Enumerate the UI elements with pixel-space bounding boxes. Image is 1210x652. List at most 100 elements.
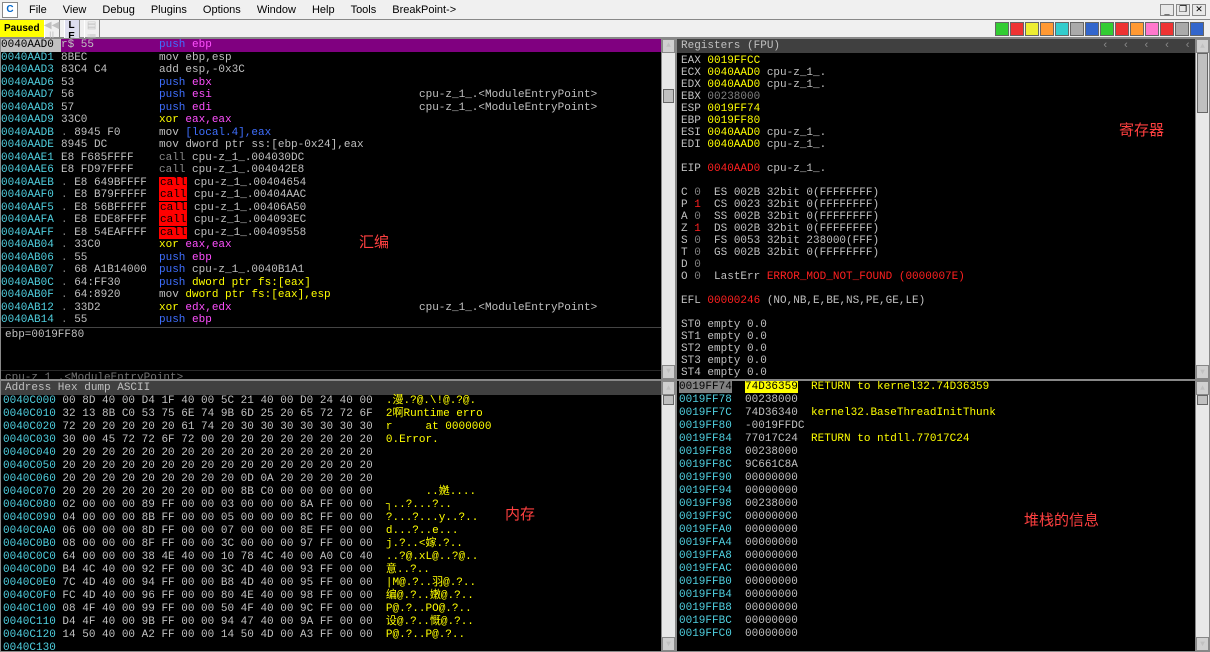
color-square-13[interactable] bbox=[1190, 22, 1204, 36]
dump-row[interactable]: 0040C070 20 20 20 20 20 20 20 0D 00 8B C… bbox=[1, 486, 675, 499]
color-square-0[interactable] bbox=[995, 22, 1009, 36]
menu-breakpoint->[interactable]: BreakPoint-> bbox=[384, 4, 464, 16]
color-square-3[interactable] bbox=[1040, 22, 1054, 36]
stack-row[interactable]: 0019FF7C 74D36340 kernel32.BaseThreadIni… bbox=[677, 407, 1209, 420]
toolbar-icon-0[interactable]: ▤ bbox=[84, 20, 100, 31]
dump-row[interactable]: 0040C0A0 06 00 00 00 8D FF 00 00 07 00 0… bbox=[1, 525, 675, 538]
disasm-row[interactable]: 0040AB14. 55push ebp bbox=[1, 314, 675, 327]
disasm-row[interactable]: 0040AAE6 E8 FD97FFFFcall cpu-z_1_.004042… bbox=[1, 164, 675, 177]
dump-row[interactable]: 0040C0B0 08 00 00 00 8F FF 00 00 3C 00 0… bbox=[1, 538, 675, 551]
stack-scrollbar[interactable]: ▲▼ bbox=[1195, 381, 1209, 651]
dump-row[interactable]: 0040C0E0 7C 4D 40 00 94 FF 00 00 B8 4D 4… bbox=[1, 577, 675, 590]
color-square-8[interactable] bbox=[1115, 22, 1129, 36]
registers-panel[interactable]: Registers (FPU) ‹‹‹‹‹ EAX 0019FFCC ECX 0… bbox=[676, 38, 1210, 380]
stack-row[interactable]: 0019FFBC 00000000 bbox=[677, 615, 1209, 628]
stack-row[interactable]: 0019FFB8 00000000 bbox=[677, 602, 1209, 615]
color-square-9[interactable] bbox=[1130, 22, 1144, 36]
memory-dump-panel[interactable]: Address Hex dump ASCII 0040C000 00 8D 40… bbox=[0, 380, 676, 652]
disasm-row[interactable]: 0040AAF0. E8 B79FFFFFcall cpu-z_1_.00404… bbox=[1, 189, 675, 202]
stack-row[interactable]: 0019FF9C 00000000 bbox=[677, 511, 1209, 524]
stack-row[interactable]: 0019FFC0 00000000 bbox=[677, 628, 1209, 641]
dump-row[interactable]: 0040C090 04 00 00 00 8B FF 00 00 05 00 0… bbox=[1, 512, 675, 525]
register-EIP[interactable]: EIP 0040AAD0 cpu-z_1_. bbox=[679, 163, 1207, 175]
menu-help[interactable]: Help bbox=[304, 4, 343, 16]
menu-options[interactable]: Options bbox=[195, 4, 249, 16]
stack-row[interactable]: 0019FF8C 9C661C8A bbox=[677, 459, 1209, 472]
dump-row[interactable]: 0040C040 20 20 20 20 20 20 20 20 20 20 2… bbox=[1, 447, 675, 460]
disasm-row[interactable]: 0040AAE1 E8 F685FFFFcall cpu-z_1_.004030… bbox=[1, 152, 675, 165]
stack-row[interactable]: 0019FFB0 00000000 bbox=[677, 576, 1209, 589]
register-EBX[interactable]: EBX 00238000 bbox=[679, 91, 1207, 103]
stack-row[interactable]: 0019FF88 00238000 bbox=[677, 446, 1209, 459]
dump-row[interactable]: 0040C060 20 20 20 20 20 20 20 20 20 0D 0… bbox=[1, 473, 675, 486]
disasm-row[interactable]: 0040AB07. 68 A1B14000push cpu-z_1_.0040B… bbox=[1, 264, 675, 277]
color-square-4[interactable] bbox=[1055, 22, 1069, 36]
stack-row[interactable]: 0019FFAC 00000000 bbox=[677, 563, 1209, 576]
disasm-row[interactable]: 0040AB0F. 64:8920mov dword ptr fs:[eax],… bbox=[1, 289, 675, 302]
dump-row[interactable]: 0040C080 02 00 00 00 89 FF 00 00 03 00 0… bbox=[1, 499, 675, 512]
stack-row[interactable]: 0019FF78 00238000 bbox=[677, 394, 1209, 407]
minimize-button[interactable]: _ bbox=[1160, 4, 1174, 16]
stack-panel[interactable]: 0019FF74 74D36359 RETURN to kernel32.74D… bbox=[676, 380, 1210, 652]
toolbar-letter-L[interactable]: L bbox=[64, 20, 80, 31]
disasm-row[interactable]: 0040AB06. 55push ebp bbox=[1, 252, 675, 265]
color-square-6[interactable] bbox=[1085, 22, 1099, 36]
color-square-10[interactable] bbox=[1145, 22, 1159, 36]
stack-row[interactable]: 0019FF74 74D36359 RETURN to kernel32.74D… bbox=[677, 381, 1209, 394]
register-ECX[interactable]: ECX 0040AAD0 cpu-z_1_. bbox=[679, 67, 1207, 79]
disasm-row[interactable]: 0040AAD1 8BECmov ebp,esp bbox=[1, 52, 675, 65]
stack-row[interactable]: 0019FF98 00238000 bbox=[677, 498, 1209, 511]
disasm-scrollbar[interactable]: ▲▼ bbox=[661, 39, 675, 379]
register-EAX[interactable]: EAX 0019FFCC bbox=[679, 55, 1207, 67]
disasm-row[interactable]: 0040AB0C. 64:FF30push dword ptr fs:[eax] bbox=[1, 277, 675, 290]
disasm-row[interactable]: 0040AAD3 83C4 C4add esp,-0x3C bbox=[1, 64, 675, 77]
disasm-row[interactable]: 0040AAF5. E8 56BFFFFFcall cpu-z_1_.00406… bbox=[1, 202, 675, 215]
stack-row[interactable]: 0019FF90 00000000 bbox=[677, 472, 1209, 485]
register-EFL[interactable]: EFL 00000246 (NO,NB,E,BE,NS,PE,GE,LE) bbox=[679, 295, 1207, 307]
color-square-7[interactable] bbox=[1100, 22, 1114, 36]
menu-view[interactable]: View bbox=[55, 4, 95, 16]
dump-row[interactable]: 0040C020 72 20 20 20 20 20 61 74 20 30 3… bbox=[1, 421, 675, 434]
disasm-row[interactable]: 0040AAD7 56push esicpu-z_1_.<ModuleEntry… bbox=[1, 89, 675, 102]
disasm-row[interactable]: 0040AAD6 53push ebx bbox=[1, 77, 675, 90]
stack-row[interactable]: 0019FF84 77017C24 RETURN to ntdll.77017C… bbox=[677, 433, 1209, 446]
color-square-1[interactable] bbox=[1010, 22, 1024, 36]
dump-row[interactable]: 0040C0D0 B4 4C 40 00 92 FF 00 00 3C 4D 4… bbox=[1, 564, 675, 577]
dump-row[interactable]: 0040C100 08 4F 40 00 99 FF 00 00 50 4F 4… bbox=[1, 603, 675, 616]
dump-row[interactable]: 0040C0F0 FC 4D 40 00 96 FF 00 00 80 4E 4… bbox=[1, 590, 675, 603]
stack-row[interactable]: 0019FFA4 00000000 bbox=[677, 537, 1209, 550]
close-button[interactable]: ✕ bbox=[1192, 4, 1206, 16]
color-square-11[interactable] bbox=[1160, 22, 1174, 36]
maximize-button[interactable]: ❐ bbox=[1176, 4, 1190, 16]
disasm-row[interactable]: 0040AAEB. E8 649BFFFFcall cpu-z_1_.00404… bbox=[1, 177, 675, 190]
stack-row[interactable]: 0019FFB4 00000000 bbox=[677, 589, 1209, 602]
registers-scrollbar[interactable]: ▲▼ bbox=[1195, 39, 1209, 379]
disasm-row[interactable]: 0040AADE 8945 DCmov dword ptr ss:[ebp-0x… bbox=[1, 139, 675, 152]
dump-row[interactable]: 0040C110 D4 4F 40 00 9B FF 00 00 94 47 4… bbox=[1, 616, 675, 629]
color-square-5[interactable] bbox=[1070, 22, 1084, 36]
dump-row[interactable]: 0040C0C0 64 00 00 00 38 4E 40 00 10 78 4… bbox=[1, 551, 675, 564]
color-square-2[interactable] bbox=[1025, 22, 1039, 36]
disasm-row[interactable]: 0040AAD8 57push edicpu-z_1_.<ModuleEntry… bbox=[1, 102, 675, 115]
dump-scrollbar[interactable]: ▲▼ bbox=[661, 381, 675, 651]
dump-row[interactable]: 0040C010 32 13 8B C0 53 75 6E 74 9B 6D 2… bbox=[1, 408, 675, 421]
menu-window[interactable]: Window bbox=[249, 4, 304, 16]
dump-row[interactable]: 0040C130 bbox=[1, 642, 675, 652]
disassembly-panel[interactable]: 0040AAD0 r$ 55push ebp0040AAD1 8BECmov e… bbox=[0, 38, 676, 380]
disasm-row[interactable]: 0040AAFA. E8 EDE8FFFFcall cpu-z_1_.00409… bbox=[1, 214, 675, 227]
menu-debug[interactable]: Debug bbox=[94, 4, 142, 16]
dump-row[interactable]: 0040C000 00 8D 40 00 D4 1F 40 00 5C 21 4… bbox=[1, 395, 675, 408]
menu-file[interactable]: File bbox=[21, 4, 55, 16]
menu-plugins[interactable]: Plugins bbox=[143, 4, 195, 16]
disasm-row[interactable]: 0040AAFF. E8 54EAFFFFcall cpu-z_1_.00409… bbox=[1, 227, 675, 240]
dump-row[interactable]: 0040C120 14 50 40 00 A2 FF 00 00 14 50 4… bbox=[1, 629, 675, 642]
disasm-row[interactable]: 0040AADB. 8945 F0mov [local.4],eax bbox=[1, 127, 675, 140]
dump-row[interactable]: 0040C050 20 20 20 20 20 20 20 20 20 20 2… bbox=[1, 460, 675, 473]
stack-row[interactable]: 0019FFA8 00000000 bbox=[677, 550, 1209, 563]
toolbar-btn-0[interactable]: ◀◀ bbox=[44, 20, 60, 31]
stack-row[interactable]: 0019FF80 -0019FFDC bbox=[677, 420, 1209, 433]
menu-tools[interactable]: Tools bbox=[343, 4, 385, 16]
disasm-row[interactable]: 0040AB12. 33D2xor edx,edxcpu-z_1_.<Modul… bbox=[1, 302, 675, 315]
register-EDI[interactable]: EDI 0040AAD0 cpu-z_1_. bbox=[679, 139, 1207, 151]
stack-row[interactable]: 0019FFA0 00000000 bbox=[677, 524, 1209, 537]
